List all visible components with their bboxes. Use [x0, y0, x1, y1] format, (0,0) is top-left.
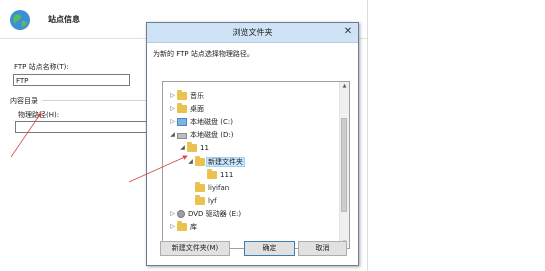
- wizard-right-area: [367, 0, 545, 271]
- dialog-prompt: 为新的 FTP 站点选择物理路径。: [153, 50, 254, 58]
- browse-folder-dialog: 浏览文件夹 ✕ 为新的 FTP 站点选择物理路径。 ▷ 音乐 ▷ 桌面 ▷ 本地磁盘 (C…: [146, 22, 359, 266]
- physical-path-input[interactable]: [15, 121, 147, 133]
- tree-node[interactable]: lyf: [187, 194, 218, 207]
- expanded-chevron-icon[interactable]: ◢: [169, 129, 176, 141]
- wizard-title: 站点信息: [48, 15, 80, 24]
- expanded-chevron-icon[interactable]: ◢: [187, 156, 194, 168]
- new-folder-button[interactable]: 新建文件夹(M): [160, 241, 230, 256]
- folder-icon: [195, 181, 205, 192]
- ftp-site-name-label: FTP 站点名称(T):: [14, 63, 69, 71]
- desktop-folder-icon: [177, 103, 187, 114]
- tree-node-label: liyifan: [208, 183, 230, 192]
- collapsed-chevron-icon[interactable]: ▷: [169, 103, 176, 115]
- tree-node[interactable]: ▷ 音乐: [169, 90, 205, 102]
- tree-node-label: 库: [190, 223, 197, 231]
- collapsed-chevron-icon[interactable]: ▷: [169, 221, 176, 233]
- tree-node[interactable]: ▷ DVD 驱动器 (E:): [169, 208, 242, 220]
- tree-node[interactable]: ◢ 11: [179, 142, 210, 154]
- tree-node-label: DVD 驱动器 (E:): [188, 209, 242, 218]
- music-folder-icon: [177, 90, 187, 100]
- tree-node[interactable]: 111: [199, 168, 234, 181]
- ok-button[interactable]: 确定: [244, 241, 295, 256]
- tree-node-label: 桌面: [190, 105, 204, 114]
- tree-node-label: 新建文件夹: [206, 156, 245, 167]
- tree-node-label: 111: [220, 170, 234, 179]
- tree-node-label: 本地磁盘 (C:): [190, 118, 233, 127]
- collapsed-chevron-icon[interactable]: ▷: [169, 90, 176, 102]
- tree-node[interactable]: ◢ 新建文件夹: [187, 155, 245, 168]
- tree-node-label: lyf: [208, 196, 217, 205]
- tree-node-label: 音乐: [190, 92, 204, 100]
- collapsed-chevron-icon[interactable]: ▷: [169, 208, 176, 220]
- library-icon: [177, 221, 187, 231]
- tree-node-label: 11: [200, 144, 209, 153]
- globe-icon: [10, 10, 30, 30]
- tree-scrollbar[interactable]: ▲ ▼: [339, 82, 349, 248]
- scrollbar-thumb[interactable]: [341, 118, 347, 212]
- dialog-titlebar: 浏览文件夹 ✕: [147, 23, 358, 43]
- folder-icon: [195, 194, 205, 205]
- content-directory-heading: 内容目录: [10, 97, 38, 105]
- drive-icon: [177, 133, 187, 140]
- section-divider: [42, 100, 147, 101]
- folder-icon: [207, 168, 217, 179]
- folder-icon: [187, 142, 197, 153]
- physical-path-label: 物理路径(H):: [18, 111, 60, 119]
- tree-node[interactable]: ◢ 本地磁盘 (D:): [169, 129, 234, 141]
- tree-node[interactable]: ▷ 本地磁盘 (C:): [169, 116, 234, 128]
- cancel-button[interactable]: 取消: [298, 241, 347, 256]
- tree-node[interactable]: liyifan: [187, 181, 230, 194]
- close-icon[interactable]: ✕: [342, 26, 354, 38]
- scroll-up-arrow-icon[interactable]: ▲: [340, 82, 349, 91]
- ftp-site-name-input[interactable]: FTP: [13, 74, 130, 86]
- dvd-drive-icon: [177, 209, 185, 218]
- wizard-edge-line: [367, 0, 368, 271]
- collapsed-chevron-icon[interactable]: ▷: [169, 116, 176, 128]
- dialog-title: 浏览文件夹: [232, 28, 273, 37]
- folder-tree[interactable]: ▷ 音乐 ▷ 桌面 ▷ 本地磁盘 (C:) ◢ 本地磁盘 (D:) ◢ 11 ◢ 新建文件夹 111 li…: [162, 81, 350, 249]
- tree-node-label: 本地磁盘 (D:): [190, 131, 234, 140]
- windows-drive-icon: [177, 118, 187, 127]
- tree-node[interactable]: ▷ 桌面: [169, 103, 205, 115]
- expanded-chevron-icon[interactable]: ◢: [179, 142, 186, 154]
- folder-icon: [195, 155, 205, 166]
- tree-node[interactable]: ▷ 库: [169, 221, 198, 233]
